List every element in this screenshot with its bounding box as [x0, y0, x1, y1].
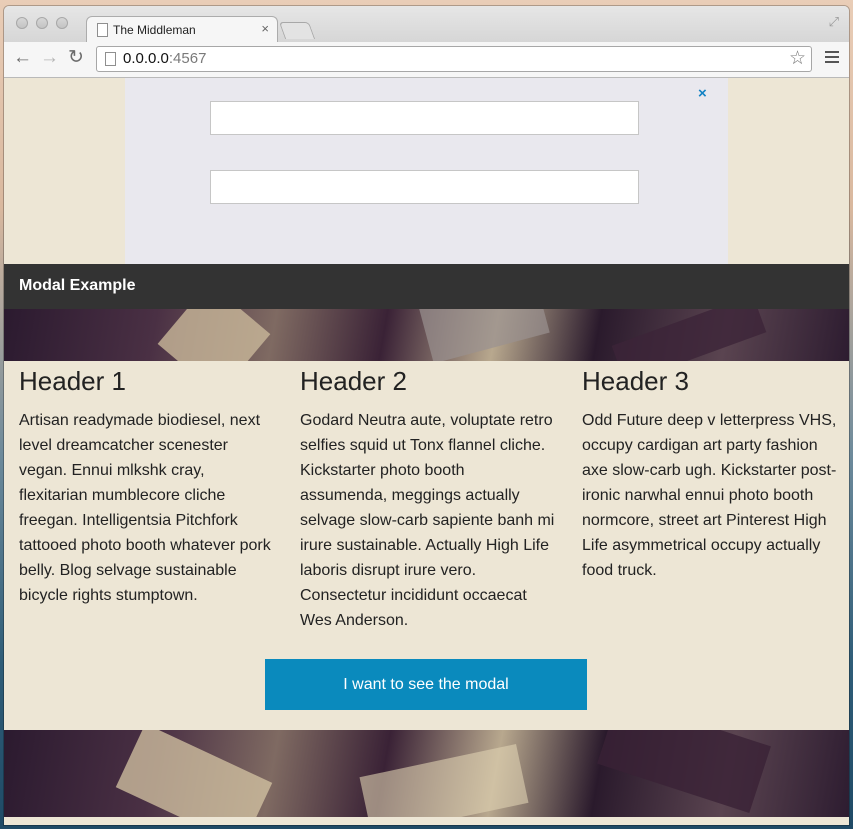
column-1: Header 1 Artisan readymade biodiesel, ne… — [19, 364, 274, 608]
tab-strip: The Middleman × ⤢ — [4, 6, 849, 44]
minimize-window-icon[interactable] — [36, 17, 48, 29]
column-text: Artisan readymade biodiesel, next level … — [19, 412, 271, 604]
banner-image-top — [4, 309, 849, 361]
column-2: Header 2 Godard Neutra aute, voluptate r… — [300, 364, 555, 633]
banner-image-bottom — [4, 730, 849, 817]
column-text: Godard Neutra aute, voluptate retro self… — [300, 412, 555, 629]
page-icon — [105, 52, 116, 66]
browser-toolbar: ← → ↻ 0.0.0.0:4567 ☆ — [4, 42, 849, 78]
browser-window: The Middleman × ⤢ ← → ↻ 0.0.0.0:4567 ☆ ×… — [4, 6, 849, 825]
modal-input-1[interactable] — [210, 101, 639, 135]
column-text: Odd Future deep v letterpress VHS, occup… — [582, 412, 837, 579]
url-port: :4567 — [168, 50, 207, 67]
modal-close-icon[interactable]: × — [698, 85, 707, 102]
document-icon — [97, 23, 108, 37]
column-header: Header 1 — [19, 366, 126, 396]
tab-title: The Middleman — [113, 23, 196, 37]
page-content: × Modal Example Header 1 Artisan readyma… — [4, 78, 849, 825]
address-bar[interactable]: 0.0.0.0:4567 ☆ — [96, 46, 812, 72]
browser-tab[interactable]: The Middleman × — [86, 16, 278, 44]
column-3: Header 3 Odd Future deep v letterpress V… — [582, 364, 837, 583]
back-button[interactable]: ← — [13, 48, 32, 68]
column-header: Header 3 — [582, 366, 689, 396]
new-tab-button[interactable] — [278, 22, 316, 39]
topbar-title[interactable]: Modal Example — [19, 277, 135, 295]
url-host: 0.0.0.0 — [123, 50, 169, 67]
bookmark-star-icon[interactable]: ☆ — [789, 47, 806, 70]
top-bar: Modal Example — [4, 264, 849, 309]
forward-button[interactable]: → — [40, 48, 59, 68]
close-window-icon[interactable] — [16, 17, 28, 29]
url-text[interactable]: 0.0.0.0:4567 — [123, 50, 206, 67]
reload-button[interactable]: ↻ — [68, 48, 84, 68]
footer-strip — [4, 817, 849, 825]
zoom-window-icon[interactable] — [56, 17, 68, 29]
fullscreen-icon[interactable]: ⤢ — [829, 14, 839, 30]
tab-close-icon[interactable]: × — [261, 21, 269, 36]
modal-input-2[interactable] — [210, 170, 639, 204]
column-header: Header 2 — [300, 366, 407, 396]
show-modal-button[interactable]: I want to see the modal — [265, 659, 587, 710]
hamburger-menu-icon[interactable] — [825, 51, 839, 66]
modal-dialog: × — [125, 78, 728, 264]
